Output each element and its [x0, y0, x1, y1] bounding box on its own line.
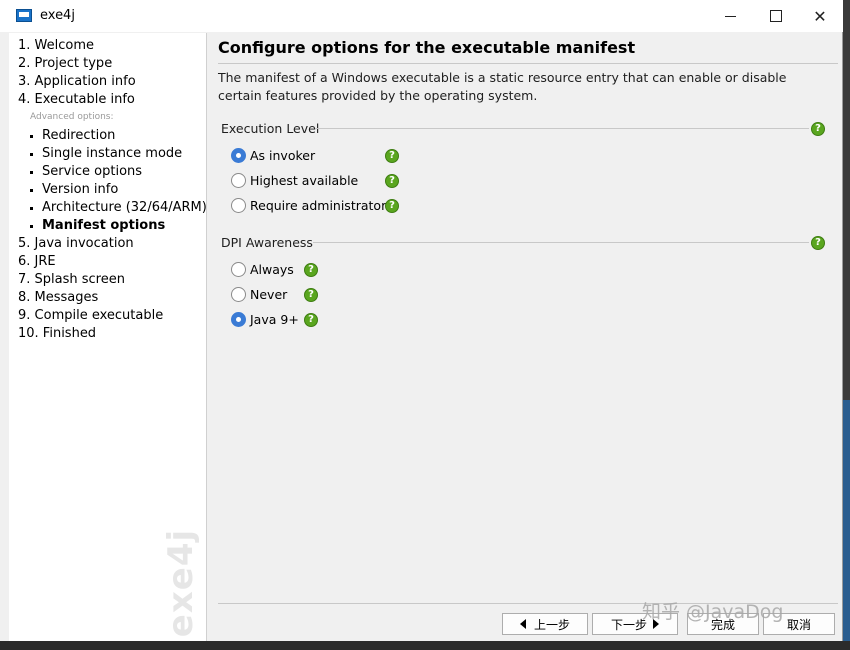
as-invoker-help-icon[interactable]: ? [385, 149, 399, 163]
radio-always[interactable] [231, 262, 246, 277]
app-icon [16, 9, 32, 22]
radio-highest-available-label[interactable]: Highest available [250, 173, 358, 188]
bullet-icon [30, 207, 33, 210]
step-messages[interactable]: 8. Messages [18, 290, 98, 305]
step-splash-screen[interactable]: 7. Splash screen [18, 272, 125, 287]
substep-redirection[interactable]: Redirection [30, 128, 116, 143]
always-help-icon[interactable]: ? [304, 263, 318, 277]
advanced-options-label: Advanced options: [30, 112, 114, 122]
execution-level-label: Execution Level [221, 121, 320, 136]
step-project-type[interactable]: 2. Project type [18, 56, 112, 71]
cancel-button-label: 取消 [786, 617, 811, 632]
close-button[interactable]: ✕ [797, 0, 843, 32]
heading-divider [218, 63, 838, 64]
dpi-awareness-help-icon[interactable]: ? [811, 236, 825, 250]
radio-never[interactable] [231, 287, 246, 302]
step-finished[interactable]: 10. Finished [18, 326, 96, 341]
zhihu-watermark: 知乎 @JavaDog [642, 601, 784, 623]
wizard-steps-sidebar: 1. Welcome 2. Project type 3. Applicatio… [9, 33, 207, 642]
maximize-button[interactable] [753, 0, 799, 32]
radio-never-label[interactable]: Never [250, 287, 287, 302]
page-title: Configure options for the executable man… [218, 38, 636, 57]
bullet-icon [30, 135, 33, 138]
bullet-icon [30, 171, 33, 174]
step-jre[interactable]: 6. JRE [18, 254, 56, 269]
step-welcome[interactable]: 1. Welcome [18, 38, 94, 53]
radio-highest-available[interactable] [231, 173, 246, 188]
substep-manifest-options[interactable]: Manifest options [30, 218, 166, 233]
substep-label: Single instance mode [42, 146, 183, 161]
bullet-icon [30, 225, 33, 228]
radio-always-label[interactable]: Always [250, 262, 294, 277]
step-java-invocation[interactable]: 5. Java invocation [18, 236, 134, 251]
background-window-accent [843, 400, 850, 641]
radio-java9plus-label[interactable]: Java 9+ [250, 312, 299, 327]
radio-require-administrator-label[interactable]: Require administrator [250, 198, 386, 213]
step-compile-executable[interactable]: 9. Compile executable [18, 308, 163, 323]
bullet-icon [30, 189, 33, 192]
substep-service-options[interactable]: Service options [30, 164, 143, 179]
highest-available-help-icon[interactable]: ? [385, 174, 399, 188]
page-description: The manifest of a Windows executable is … [218, 70, 787, 103]
title-bar: exe4j ✕ [0, 0, 843, 32]
execution-level-help-icon[interactable]: ? [811, 122, 825, 136]
substep-label: Redirection [42, 128, 116, 143]
radio-require-administrator[interactable] [231, 198, 246, 213]
back-button[interactable]: 上一步 [502, 613, 588, 635]
minimize-button[interactable] [707, 0, 753, 32]
substep-label: Version info [42, 182, 119, 197]
substep-architecture[interactable]: Architecture (32/64/ARM) [30, 200, 207, 215]
exe4j-window: exe4j ✕ 1. Welcome 2. Project type 3. Ap… [0, 0, 843, 642]
radio-as-invoker[interactable] [231, 148, 246, 163]
java9plus-help-icon[interactable]: ? [304, 313, 318, 327]
exe4j-watermark-logo: exe4j [161, 528, 201, 638]
never-help-icon[interactable]: ? [304, 288, 318, 302]
step-executable-info[interactable]: 4. Executable info [18, 92, 135, 107]
substep-version-info[interactable]: Version info [30, 182, 119, 197]
bullet-icon [30, 153, 33, 156]
maximize-icon [770, 10, 782, 22]
radio-as-invoker-label[interactable]: As invoker [250, 148, 315, 163]
substep-label: Manifest options [42, 218, 166, 233]
arrow-left-icon [519, 619, 526, 629]
step-application-info[interactable]: 3. Application info [18, 74, 136, 89]
back-button-label: 上一步 [533, 617, 570, 632]
substep-single-instance[interactable]: Single instance mode [30, 146, 183, 161]
substep-label: Service options [42, 164, 143, 179]
require-administrator-help-icon[interactable]: ? [385, 199, 399, 213]
main-panel: Configure options for the executable man… [207, 33, 843, 641]
dpi-awareness-divider [313, 242, 809, 243]
radio-java9plus[interactable] [231, 312, 246, 327]
close-icon: ✕ [813, 6, 827, 26]
background-taskbar-edge [0, 641, 850, 650]
minimize-icon [724, 15, 736, 17]
window-title: exe4j [40, 8, 75, 23]
dpi-awareness-label: DPI Awareness [221, 235, 313, 250]
execution-level-divider [315, 128, 809, 129]
substep-label: Architecture (32/64/ARM) [42, 200, 207, 215]
